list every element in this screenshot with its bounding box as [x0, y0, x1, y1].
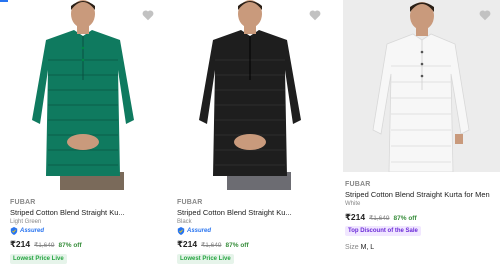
discount: 87% off — [393, 215, 417, 222]
product-image[interactable] — [8, 0, 158, 190]
discount: 87% off — [58, 242, 82, 249]
product-image[interactable] — [175, 0, 325, 190]
mrp: ₹1,649 — [34, 242, 55, 249]
product-brand: FUBAR — [345, 181, 371, 188]
assured-badge: Assured — [10, 227, 44, 235]
price-row: ₹214 ₹1,649 87% off — [345, 212, 417, 223]
assured-label: Assured — [20, 228, 45, 234]
assured-badge: Assured — [177, 227, 211, 235]
heart-icon[interactable] — [478, 8, 492, 22]
assured-shield-icon — [177, 227, 185, 235]
offer-badge: Lowest Price Live — [177, 254, 234, 264]
discount: 87% off — [225, 242, 249, 249]
heart-icon[interactable] — [141, 8, 155, 22]
price-row: ₹214 ₹1,649 87% off — [177, 239, 249, 250]
assured-shield-icon — [10, 227, 18, 235]
product-card[interactable]: FUBAR Striped Cotton Blend Straight Kurt… — [335, 0, 500, 269]
product-color: Light Green — [10, 219, 42, 225]
price: ₹214 — [177, 239, 198, 249]
product-title[interactable]: Striped Cotton Blend Straight Ku... — [177, 208, 292, 217]
mrp: ₹1,649 — [369, 215, 390, 222]
size-values: M, L — [360, 244, 375, 251]
size-label: Size — [345, 244, 361, 251]
product-color: White — [345, 201, 361, 207]
product-color: Black — [177, 219, 192, 225]
product-image[interactable] — [343, 0, 500, 172]
assured-label: Assured — [187, 228, 212, 234]
mrp: ₹1,649 — [201, 242, 222, 249]
offer-badge: Lowest Price Live — [10, 254, 67, 264]
price: ₹214 — [10, 239, 31, 249]
heart-icon[interactable] — [308, 8, 322, 22]
price-row: ₹214 ₹1,649 87% off — [10, 239, 82, 250]
price: ₹214 — [345, 212, 366, 222]
product-brand: FUBAR — [177, 199, 203, 206]
size-info: Size M, L — [345, 244, 374, 251]
product-card[interactable]: FUBAR Striped Cotton Blend Straight Ku..… — [167, 0, 332, 269]
product-brand: FUBAR — [10, 199, 36, 206]
offer-badge: Top Discount of the Sale — [345, 226, 421, 236]
product-title[interactable]: Striped Cotton Blend Straight Ku... — [10, 208, 125, 217]
product-card[interactable]: FUBAR Striped Cotton Blend Straight Ku..… — [0, 0, 165, 269]
product-title[interactable]: Striped Cotton Blend Straight Kurta for … — [345, 190, 490, 199]
